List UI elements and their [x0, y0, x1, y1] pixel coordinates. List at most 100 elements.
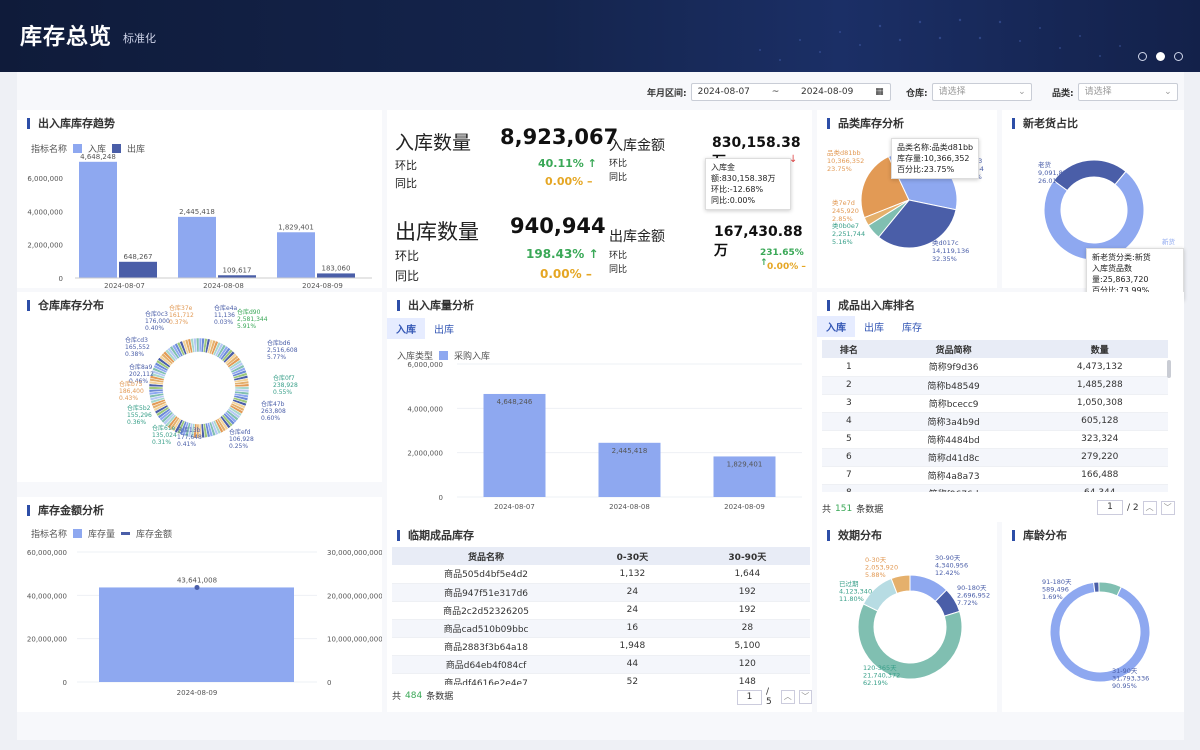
expiry-col-name[interactable]: 货品名称: [392, 547, 581, 565]
table-cell: 148: [684, 673, 810, 685]
date-range-input[interactable]: 2024-08-07 ~ 2024-08-09 ▦: [690, 83, 891, 101]
table-cell: 323,324: [1031, 430, 1168, 449]
out-qty-hb: 198.43% ↑: [526, 247, 599, 261]
in-amt-tooltip: 入库金额:830,158.38万 环比:-12.68% 同比:0.00%: [705, 158, 791, 210]
table-row[interactable]: 2 简称b48549 1,485,288: [822, 376, 1168, 395]
warehouse-select[interactable]: 请选择 ⌄: [931, 83, 1032, 101]
pie-label: 老货: [1038, 160, 1052, 169]
ranking-col-rank[interactable]: 排名: [822, 340, 876, 358]
in-qty-hb-label: 环比: [395, 159, 417, 172]
arrow-up-icon: ↑: [588, 247, 599, 261]
ranking-scrollbar[interactable]: [1167, 360, 1171, 378]
table-row[interactable]: 4 简称3a4b9d 605,128: [822, 412, 1168, 431]
table-cell: 52: [580, 673, 685, 685]
table-row[interactable]: 商品947f51e317d6 24 192: [392, 583, 810, 602]
validity-panel: 效期分布 30-90天 4,340,956 12.42% 90-180天 2,696,9…: [817, 522, 997, 712]
table-row[interactable]: 商品df4616e2e4e7 52 148: [392, 673, 810, 685]
table-cell: 简称d41d8c: [875, 448, 1032, 467]
data-label: 648,267: [124, 253, 153, 261]
carousel-dot-1[interactable]: [1138, 52, 1147, 61]
bar-in: [79, 161, 117, 278]
tab-ranking-out[interactable]: 出库: [855, 316, 893, 337]
in-qty-hb: 40.11% ↑: [538, 157, 597, 170]
table-row[interactable]: 7 简称4a8a73 166,488: [822, 466, 1168, 485]
inout-chart: 6,000,000 4,000,000 2,000,000 0 4,648,246 202…: [407, 361, 802, 511]
y-tick-label: 2,000,000: [27, 242, 63, 250]
pie-label: 245,920: [832, 207, 859, 215]
table-row[interactable]: 商品2c2d52326205 24 192: [392, 601, 810, 620]
chevron-down-icon[interactable]: ﹀: [1160, 500, 1175, 515]
pie-label: 仓库efd: [229, 428, 251, 436]
carousel-dot-2[interactable]: [1156, 52, 1165, 61]
tab-ranking-in[interactable]: 入库: [817, 316, 855, 337]
ranking-col-name[interactable]: 货品简称: [875, 340, 1032, 358]
table-cell: 8: [822, 484, 876, 492]
expiry-col-0-30[interactable]: 0-30天: [580, 547, 685, 565]
data-label: 1,829,401: [278, 223, 314, 231]
table-row[interactable]: 商品505d4bf5e4d2 1,132 1,644: [392, 565, 810, 584]
chevron-up-icon[interactable]: ︿: [781, 690, 795, 704]
arrow-up-icon: ↑: [587, 157, 597, 170]
carousel-dot-3[interactable]: [1174, 52, 1183, 61]
table-cell: 1,948: [580, 637, 685, 656]
table-cell: 192: [684, 601, 810, 620]
expiry-col-30-90[interactable]: 30-90天: [684, 547, 810, 565]
bar-in: [178, 216, 216, 278]
table-cell: 166,488: [1031, 466, 1168, 485]
chevron-up-icon[interactable]: ︿: [1142, 500, 1157, 515]
table-row[interactable]: 3 简称bcecc9 1,050,308: [822, 394, 1168, 413]
pie-label: 仓库bd6: [267, 339, 291, 347]
tab-ranking-stock[interactable]: 库存: [893, 316, 931, 337]
category-panel: 品类库存分析 品类d81bb10,366,35223.75%类9f9d3247,…: [817, 110, 997, 288]
pie-label: 仓库37e: [169, 304, 193, 312]
bar-qty: [99, 587, 294, 682]
expiry-page-count: / 5: [765, 687, 772, 707]
pie-label: 5.77%: [267, 354, 286, 361]
table-cell: 3: [822, 394, 876, 413]
category-filter-label: 品类:: [1052, 88, 1074, 99]
table-cell: 1,644: [684, 565, 810, 584]
table-row[interactable]: 商品cad510b09bbc 16 28: [392, 619, 810, 638]
x-tick-label: 2024-08-08: [609, 503, 650, 511]
trend-panel: 出入库库存趋势 指标名称 入库 出库 6,000,000 4,000,000 2,0…: [17, 110, 382, 288]
ranking-page-input[interactable]: 1: [1097, 500, 1123, 515]
table-cell: 64,344: [1031, 484, 1168, 492]
table-cell: 1,050,308: [1031, 394, 1168, 413]
table-row[interactable]: 商品2883f3b64a18 1,948 5,100: [392, 637, 810, 656]
calendar-icon: ▦: [875, 87, 884, 97]
data-label: 109,617: [223, 266, 252, 274]
pie-label: 177,648: [177, 434, 202, 441]
table-cell: 简称9f9d36: [875, 358, 1032, 377]
pie-label: 238,928: [273, 382, 298, 389]
expiry-page-input[interactable]: 1: [737, 689, 762, 705]
table-cell: 5,100: [684, 637, 810, 656]
ranking-total-count: 151: [835, 503, 853, 514]
table-row[interactable]: 6 简称d41d8c 279,220: [822, 448, 1168, 467]
y-tick-label: 40,000,000: [27, 592, 67, 600]
date-range-filter: 年月区间: 2024-08-07 ~ 2024-08-09 ▦: [647, 83, 891, 101]
y-tick-label: 6,000,000: [27, 175, 63, 183]
data-label: 2,445,418: [179, 208, 215, 216]
pie-label: 0.36%: [127, 419, 146, 426]
category-select[interactable]: 请选择 ⌄: [1077, 83, 1178, 101]
table-row[interactable]: 5 简称4484bd 323,324: [822, 430, 1168, 449]
table-cell: 商品d64eb4f084cf: [392, 655, 581, 674]
pie-label: 0.41%: [177, 441, 196, 448]
pie-label: 202,112: [129, 371, 154, 378]
pie-label: 106,928: [229, 436, 254, 443]
table-row[interactable]: 1 简称9f9d36 4,473,132: [822, 358, 1168, 377]
ranking-col-qty[interactable]: 数量: [1031, 340, 1168, 358]
x-tick-label: 2024-08-09: [302, 282, 343, 288]
table-cell: 605,128: [1031, 412, 1168, 431]
tooltip-line: 库存量:10,366,352: [897, 154, 970, 163]
table-cell: 7: [822, 466, 876, 485]
pie-label: 仓库e4a: [214, 304, 238, 312]
out-qty-tb: 0.00% –: [540, 267, 592, 281]
pie-label: 155,296: [127, 412, 152, 419]
table-row[interactable]: 8简称f9676d64,344: [822, 484, 1168, 492]
bar-in: [277, 232, 315, 278]
chevron-down-icon[interactable]: ﹀: [798, 690, 812, 704]
y-tick-label: 0: [439, 494, 443, 502]
pie-label: 10,366,352: [827, 157, 864, 165]
table-row[interactable]: 商品d64eb4f084cf 44 120: [392, 655, 810, 674]
